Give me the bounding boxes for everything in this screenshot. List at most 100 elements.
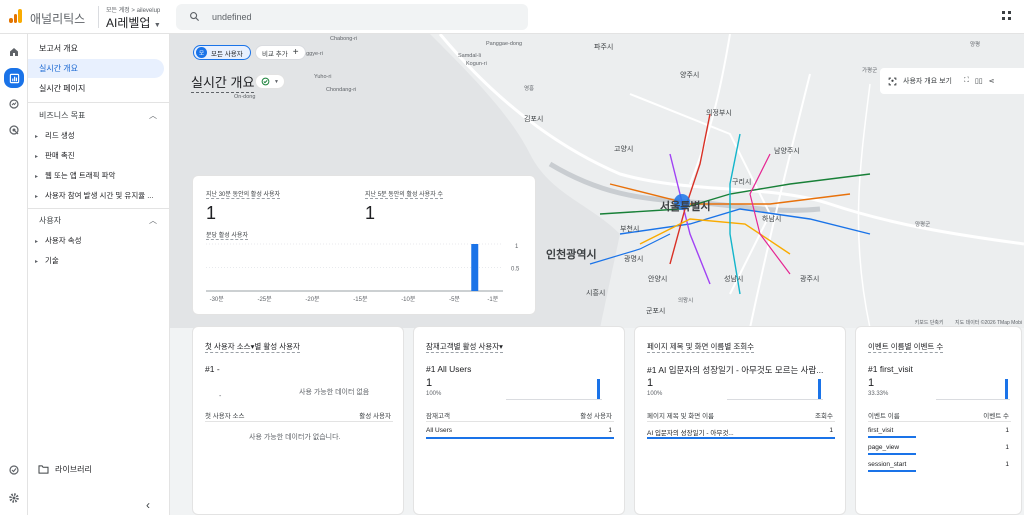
divider: [868, 421, 1011, 422]
check-circle-icon[interactable]: [6, 462, 22, 478]
map-label: On-dong: [234, 94, 256, 100]
user-snapshot-icon: [888, 77, 897, 85]
map-label: 영흥: [524, 86, 535, 92]
fullscreen-icon[interactable]: ⛶: [964, 77, 969, 85]
table-row-name[interactable]: All Users: [426, 427, 452, 434]
table-row-name[interactable]: page_view: [868, 444, 899, 451]
table-row-value: 1: [1005, 461, 1009, 468]
top-item: #1 first_visit: [868, 364, 913, 374]
map-attribution: 키보드 단축키 지도 데이터 ©2026 TMap Mobi: [905, 319, 1022, 326]
map-label: 남양주시: [774, 148, 800, 155]
plus-icon: +: [292, 47, 299, 58]
top-percent: 100%: [647, 391, 663, 397]
map-label: 의정부시: [706, 110, 732, 117]
card-title[interactable]: 이벤트 이름별 이벤트 수: [868, 341, 944, 353]
compare-label: 비교 추가: [262, 50, 288, 58]
home-icon[interactable]: [6, 44, 22, 60]
map-label: 안양시: [648, 276, 668, 283]
table-row-name[interactable]: session_start: [868, 461, 906, 468]
nav-item-traffic[interactable]: ▸ 웹 또는 앱 트래픽 파악: [35, 170, 115, 181]
status-chip[interactable]: ▼: [255, 74, 285, 89]
search-input[interactable]: [212, 10, 512, 24]
nav-item-label: 판매 촉진: [45, 151, 75, 160]
row-bar: [868, 453, 916, 455]
table-row-name[interactable]: AI 입문자의 성장일기 - 아무것...: [647, 427, 734, 437]
nav-item-label: 기술: [45, 256, 59, 265]
nav-item-user-attributes[interactable]: ▸ 사용자 속성: [35, 235, 82, 246]
advertising-icon[interactable]: [6, 122, 22, 138]
map-label: 양주시: [680, 72, 700, 79]
property-selector[interactable]: AI레벨업 ▼: [106, 14, 161, 31]
x-tick-label: -25분: [257, 296, 272, 303]
nav-item-lead[interactable]: ▸ 리드 생성: [35, 130, 75, 141]
map-label: 파주시: [594, 44, 614, 51]
divider: [98, 6, 99, 28]
map-label: 시흥시: [586, 290, 606, 297]
nav-reports-overview[interactable]: 보고서 개요: [28, 39, 164, 58]
chevron-up-icon[interactable]: ︿: [149, 215, 157, 226]
card-title[interactable]: 첫 사용자 소스▾별 활성 사용자: [205, 341, 300, 353]
reports-icon[interactable]: [4, 68, 24, 88]
top-percent: 100%: [426, 391, 442, 397]
view-user-snapshot-button[interactable]: 사용자 개요 보기: [903, 76, 952, 86]
breadcrumb[interactable]: 모든 계정 > ailevelup: [106, 5, 160, 14]
nav-section-business[interactable]: 비즈니스 목표: [39, 110, 85, 121]
table-row-value: 1: [829, 427, 833, 434]
property-name: AI레벨업: [106, 16, 151, 30]
top-item: #1 AI 입문자의 성장일기 - 아무것도 모르는 사람...: [647, 365, 824, 375]
explore-icon[interactable]: [6, 96, 22, 112]
map-label: Samdal-li: [458, 53, 481, 59]
app-name[interactable]: 애널리틱스: [30, 10, 85, 27]
chevron-up-icon[interactable]: ︿: [149, 110, 157, 121]
top-value: 1: [647, 377, 654, 389]
nav-realtime-pages[interactable]: 실시간 페이지: [28, 79, 164, 98]
search-bar[interactable]: [176, 4, 528, 30]
apps-grid-icon[interactable]: [1001, 10, 1013, 22]
library-link[interactable]: 라이브러리: [38, 464, 92, 475]
search-icon: [190, 12, 200, 22]
column-header: 잠재고객: [426, 413, 450, 420]
caret-right-icon: ▸: [35, 174, 39, 180]
nav-item-label: 웹 또는 앱 트래픽 파악: [45, 171, 116, 180]
column-header: 활성 사용자: [359, 413, 391, 420]
map-label: Panggae-dong: [486, 41, 523, 47]
collapse-nav-icon[interactable]: ‹: [146, 498, 150, 512]
map-label: 광명시: [624, 256, 644, 263]
x-tick-label: -5분: [449, 296, 460, 303]
share-icon[interactable]: ⋖: [989, 77, 995, 85]
sparkline: [727, 379, 823, 400]
nav-item-engagement[interactable]: ▸ 사용자 참여 발생 시간 및 유지율 ...: [35, 190, 153, 201]
per-minute-chart: 1 0.5 -30분 -25분 -20분 -15분 -10분 -5분 -1분: [206, 243, 520, 303]
caret-right-icon: ▸: [35, 239, 39, 245]
map-label: Chondang-ri: [326, 87, 357, 93]
top-percent: 33.33%: [868, 391, 889, 397]
all-users-chip[interactable]: 모 모든 사용자: [193, 45, 251, 60]
table-row-name[interactable]: first_visit: [868, 427, 893, 434]
row-bar: [868, 436, 916, 438]
page-title: 실시간 개요: [191, 72, 255, 93]
caret-right-icon: ▸: [35, 194, 39, 200]
compare-columns-icon[interactable]: ▯▯: [975, 77, 983, 85]
empty-row-text: 사용 가능한 데이터가 없습니다.: [249, 434, 341, 441]
card-title[interactable]: 페이지 제목 및 화면 이름별 조회수: [647, 341, 755, 353]
analytics-logo[interactable]: [9, 9, 22, 23]
x-tick-label: -10분: [401, 296, 416, 303]
caret-right-icon: ▸: [35, 154, 39, 160]
spark-bar: [597, 379, 600, 399]
bar: [471, 244, 479, 291]
divider: [205, 421, 393, 422]
nav-section-user[interactable]: 사용자: [39, 215, 61, 226]
column-header: 페이지 제목 및 화면 이름: [647, 413, 715, 420]
map-label: 성남시: [724, 276, 744, 283]
spark-bar: [818, 379, 821, 399]
settings-gear-icon[interactable]: [6, 490, 22, 506]
nav-item-tech[interactable]: ▸ 기술: [35, 255, 59, 266]
card-title[interactable]: 잠재고객별 활성 사용자▾: [426, 341, 503, 353]
nav-realtime-overview[interactable]: 실시간 개요: [28, 59, 164, 78]
map-label: 부천시: [620, 226, 640, 233]
first-source-card: 첫 사용자 소스▾별 활성 사용자 #1 - 사용 가능한 데이터 없음 - 첫…: [192, 326, 404, 515]
all-users-label: 모든 사용자: [211, 50, 243, 58]
library-label: 라이브러리: [55, 465, 92, 474]
add-comparison-button[interactable]: 비교 추가 +: [255, 45, 306, 60]
nav-item-sales[interactable]: ▸ 판매 촉진: [35, 150, 75, 161]
